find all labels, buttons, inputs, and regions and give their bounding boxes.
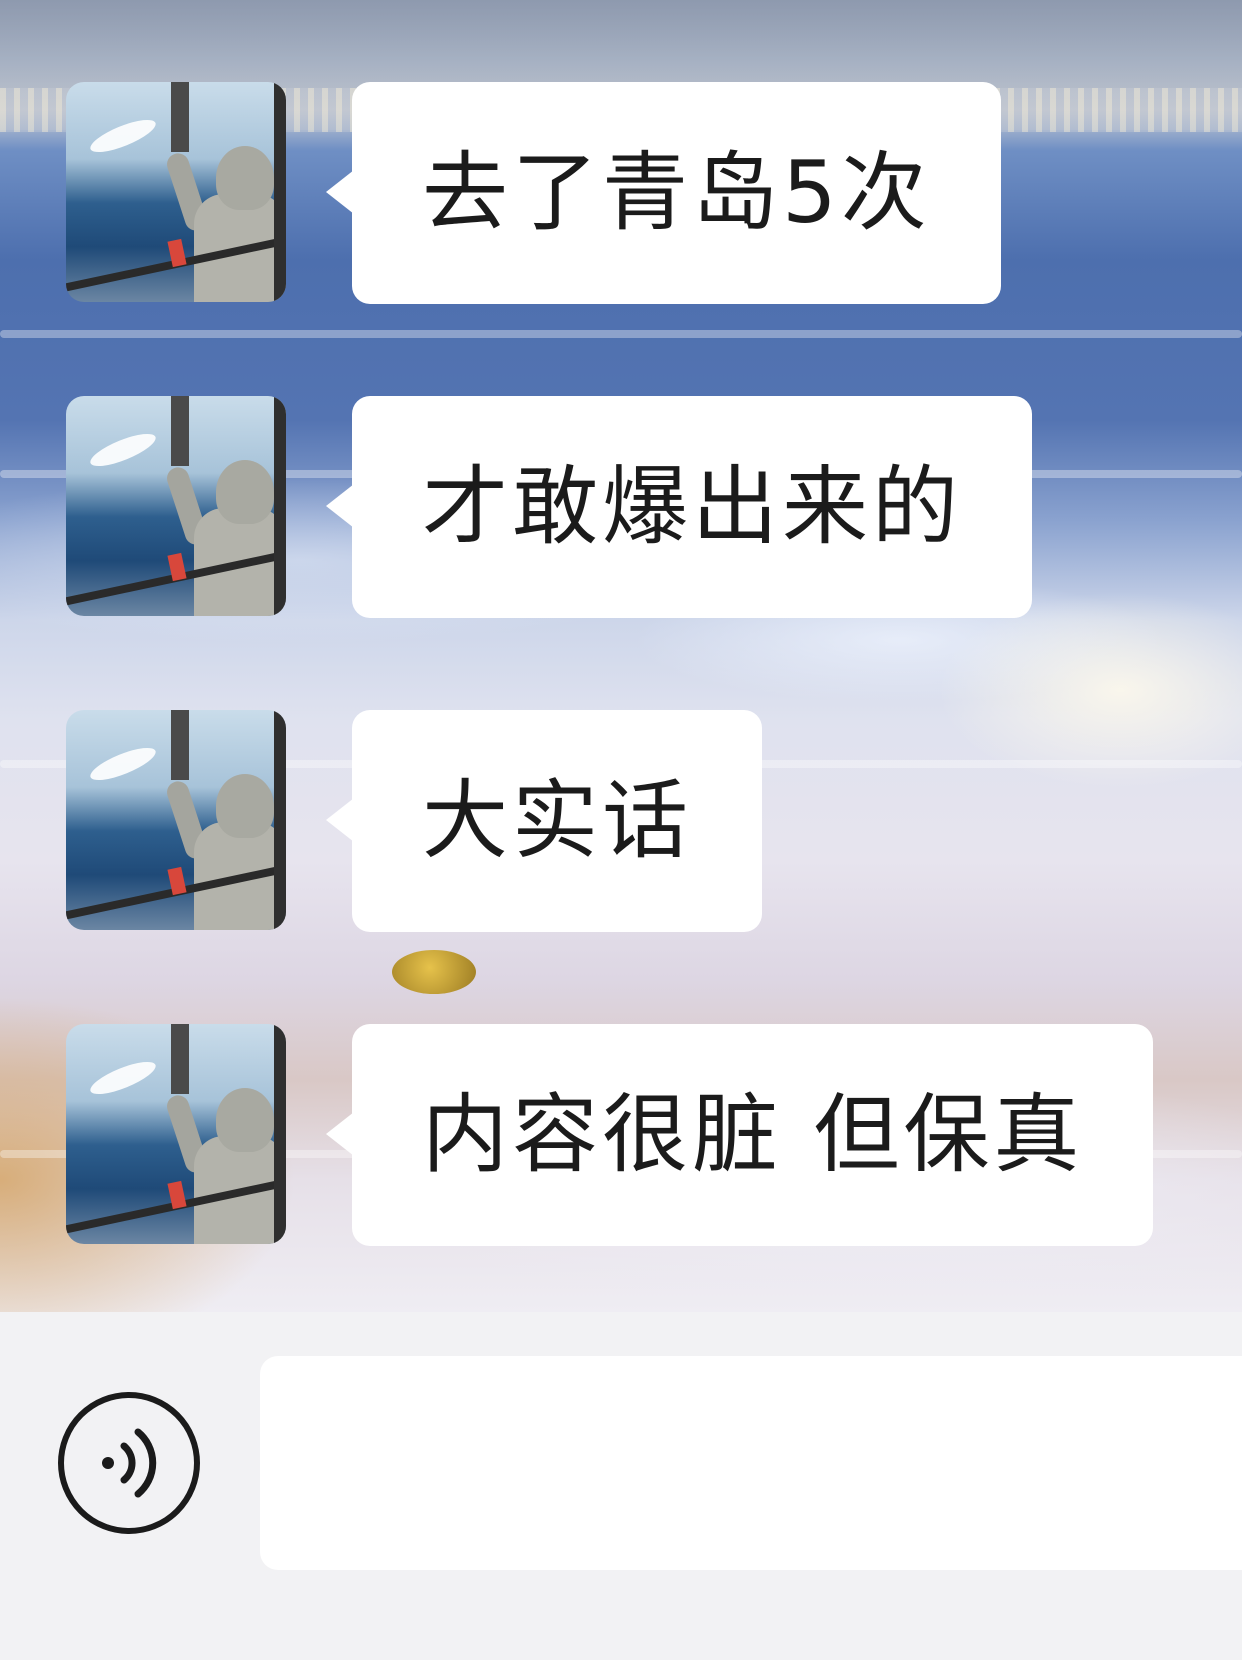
avatar-frame: [274, 396, 286, 616]
background-pebble: [392, 950, 476, 994]
message-text: 去了青岛5次: [422, 143, 931, 243]
avatar-hood: [216, 146, 274, 210]
message-row: 去了青岛5次: [0, 82, 1242, 304]
avatar-post: [171, 396, 189, 466]
message-bubble[interactable]: 才敢爆出来的: [326, 396, 1032, 618]
message-row: 才敢爆出来的: [0, 396, 1242, 618]
avatar-post: [171, 1024, 189, 1094]
avatar[interactable]: [66, 82, 286, 302]
avatar-hood: [216, 460, 274, 524]
message-bubble[interactable]: 去了青岛5次: [326, 82, 1001, 304]
avatar-frame: [274, 82, 286, 302]
message-input[interactable]: [260, 1356, 1242, 1570]
avatar[interactable]: [66, 1024, 286, 1244]
avatar-post: [171, 710, 189, 780]
voice-input-icon: [102, 1428, 157, 1498]
message-text: 大实话: [422, 771, 692, 871]
voice-input-button[interactable]: [58, 1392, 200, 1534]
chat-background: 去了青岛5次 才敢爆出来的 大实话 内容很脏 但保真: [0, 0, 1242, 1312]
message-row: 大实话: [0, 710, 1242, 932]
avatar[interactable]: [66, 710, 286, 930]
message-text: 内容很脏 但保真: [422, 1085, 1084, 1185]
avatar-post: [171, 82, 189, 152]
avatar[interactable]: [66, 396, 286, 616]
avatar-seagull: [86, 113, 160, 159]
avatar-hood: [216, 774, 274, 838]
background-wave: [0, 330, 1242, 338]
message-bubble[interactable]: 内容很脏 但保真: [325, 1024, 1154, 1246]
avatar-frame: [274, 710, 286, 930]
avatar-hood: [216, 1088, 274, 1152]
avatar-seagull: [86, 1055, 160, 1101]
message-text: 才敢爆出来的: [422, 457, 962, 557]
message-row: 内容很脏 但保真: [0, 1024, 1242, 1246]
message-bubble[interactable]: 大实话: [326, 710, 762, 932]
avatar-frame: [274, 1024, 286, 1244]
input-bar: [0, 1312, 1242, 1660]
avatar-seagull: [86, 427, 160, 473]
avatar-seagull: [86, 741, 160, 787]
